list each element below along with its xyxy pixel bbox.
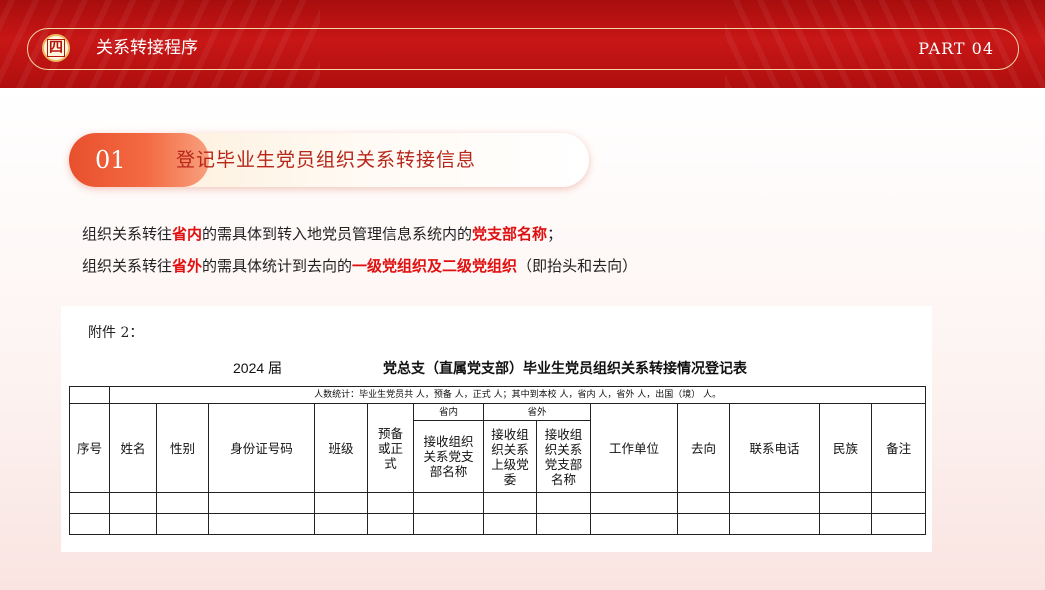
- stats-row: 人数统计：毕业生党员共 人，预备 人，正式 人；其中到本校 人，省内 人，省外 …: [108, 386, 927, 404]
- header-status: 预备或正式: [367, 403, 414, 493]
- line1-prefix: 组织关系转往: [82, 225, 173, 243]
- table-row: [69, 513, 927, 535]
- section-number-badge: 四: [42, 34, 70, 62]
- header-banner: 四 关系转接程序 PART 04: [0, 0, 1045, 88]
- line1-middle: 的需具体到转入地党员管理信息系统内的: [202, 225, 473, 243]
- header-in-branch: 接收组织关系党支部名称: [413, 420, 484, 493]
- header-bar: 四 关系转接程序 PART 04: [27, 28, 1019, 70]
- line1-highlight-1: 省内: [172, 225, 203, 243]
- document-image: 附件 2： 2024 届 党总支（直属党支部）毕业生党员组织关系转接情况登记表 …: [61, 306, 932, 552]
- line2-suffix: （即抬头和去向）: [517, 257, 638, 275]
- group-out-province: 省外: [483, 403, 591, 421]
- line2-prefix: 组织关系转往: [82, 257, 173, 275]
- header-no: 序号: [69, 403, 110, 493]
- document-year: 2024 届: [233, 360, 283, 376]
- group-in-province: 省内: [413, 403, 484, 421]
- header-class: 班级: [314, 403, 368, 493]
- part-label: PART 04: [918, 39, 994, 58]
- section-number: 四: [47, 39, 65, 57]
- line1-highlight-2: 党支部名称: [472, 225, 548, 243]
- header-ethnic: 民族: [819, 403, 872, 493]
- line2-middle: 的需具体统计到去向的: [202, 257, 353, 275]
- table-corner-cell: [69, 386, 110, 404]
- header-out-upper: 接收组织关系上级党委: [483, 420, 537, 493]
- registration-table: 人数统计：毕业生党员共 人，预备 人，正式 人；其中到本校 人，省内 人，省外 …: [69, 386, 927, 535]
- paragraph-line-2: 组织关系转往省外的需具体统计到去向的一级党组织及二级党组织（即抬头和去向）: [82, 254, 637, 278]
- section-title: 关系转接程序: [96, 38, 198, 58]
- attachment-label: 附件 2：: [88, 325, 144, 341]
- header-destination: 去向: [677, 403, 730, 493]
- line1-suffix: ；: [547, 225, 563, 243]
- paragraph-line-1: 组织关系转往省内的需具体到转入地党员管理信息系统内的党支部名称；: [82, 222, 562, 246]
- line2-highlight-1: 省外: [172, 257, 203, 275]
- header-note: 备注: [870, 403, 927, 493]
- header-out-branch: 接收组织关系党支部名称: [536, 420, 591, 493]
- line2-highlight-2: 一级党组织及二级党组织: [352, 257, 518, 275]
- header-id: 身份证号码: [208, 403, 315, 493]
- table-row: [69, 492, 927, 514]
- header-name: 姓名: [109, 403, 157, 493]
- step-pill: 01 登记毕业生党员组织关系转接信息: [69, 133, 589, 187]
- document-title: 党总支（直属党支部）毕业生党员组织关系转接情况登记表: [383, 361, 747, 377]
- header-phone: 联系电话: [729, 403, 820, 493]
- header-unit: 工作单位: [590, 403, 678, 493]
- header-gender: 性别: [156, 403, 209, 493]
- step-title: 登记毕业生党员组织关系转接信息: [176, 149, 477, 171]
